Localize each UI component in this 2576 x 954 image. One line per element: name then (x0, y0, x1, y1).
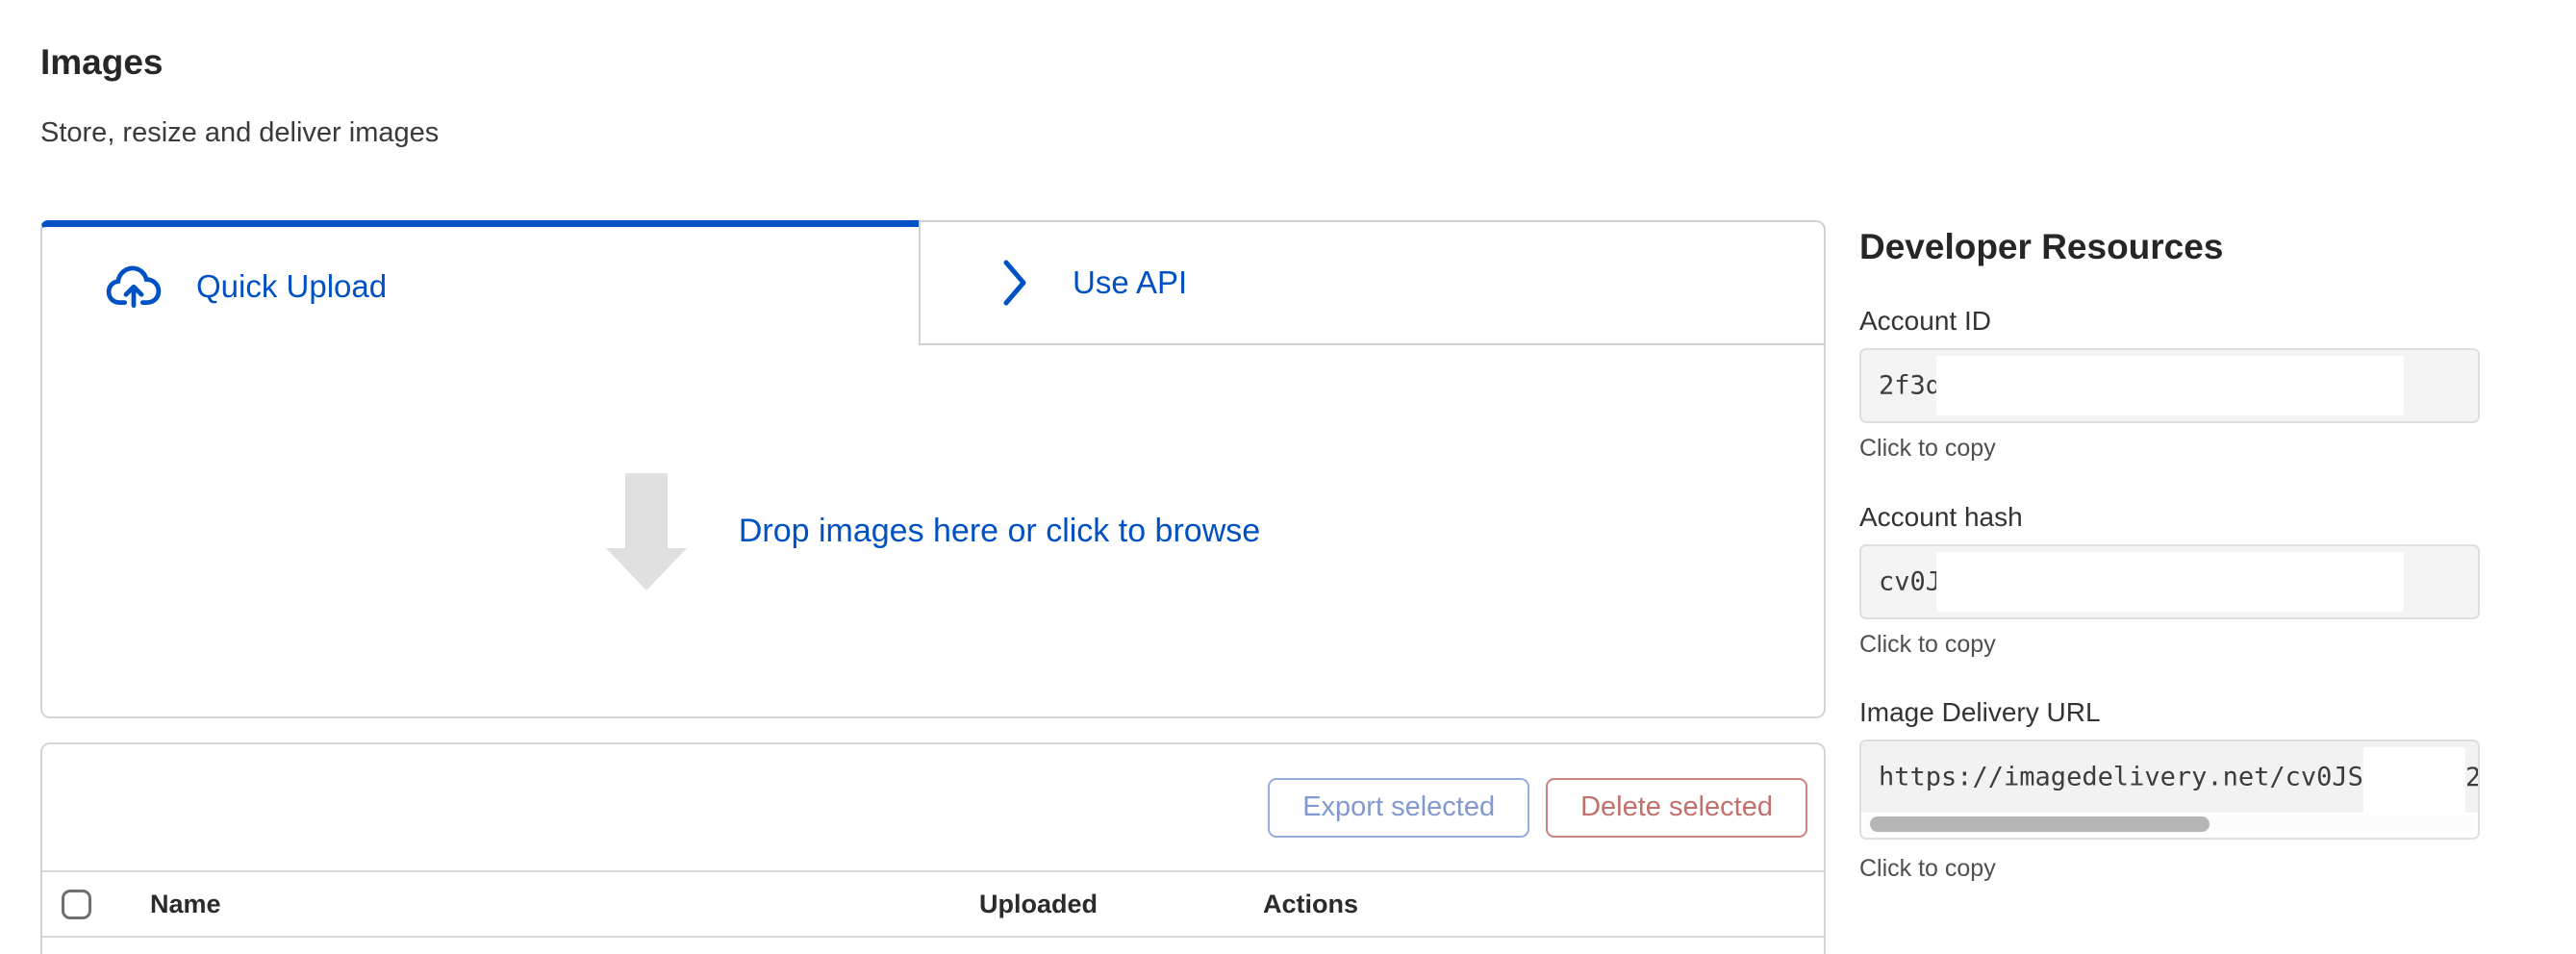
dropzone[interactable]: Drop images here or click to browse (40, 345, 1826, 718)
image-delivery-url-field[interactable]: https://imagedelivery.net/cv0JSj 2 (1859, 740, 2480, 840)
tab-quick-upload-label: Quick Upload (196, 268, 387, 305)
upload-card: Quick Upload Use API Drop images here or… (40, 220, 1826, 718)
account-hash-label: Account hash (1859, 502, 2023, 533)
download-arrow-icon (606, 473, 687, 589)
select-all-checkbox[interactable] (62, 890, 91, 919)
delete-selected-button[interactable]: Delete selected (1546, 778, 1807, 838)
images-page: Images Store, resize and deliver images … (0, 0, 2576, 954)
export-selected-button[interactable]: Export selected (1268, 778, 1529, 838)
account-id-copy-hint: Click to copy (1859, 435, 1996, 463)
image-delivery-url-label: Image Delivery URL (1859, 697, 2101, 728)
column-header-name: Name (112, 890, 979, 919)
page-title: Images (40, 42, 164, 83)
images-table-card: Export selected Delete selected Name Upl… (40, 742, 1826, 954)
account-id-label: Account ID (1859, 306, 1991, 337)
chevron-right-icon (1001, 258, 1028, 308)
tab-use-api-label: Use API (1073, 264, 1187, 301)
image-delivery-url-copy-hint: Click to copy (1859, 855, 1996, 883)
tab-bar: Quick Upload Use API (40, 220, 1826, 345)
account-id-value: 2f3d (1879, 371, 1941, 401)
developer-resources-heading: Developer Resources (1859, 227, 2223, 267)
table-toolbar: Export selected Delete selected (42, 744, 1824, 872)
account-hash-copy-hint: Click to copy (1859, 631, 1996, 659)
url-clipped-fragment: 2 (2465, 763, 2478, 795)
column-header-actions: Actions (1263, 890, 1824, 919)
page-subtitle: Store, resize and deliver images (40, 117, 439, 149)
horizontal-scrollbar-thumb[interactable] (1870, 816, 2210, 832)
redaction-overlay (1936, 552, 2404, 612)
tab-quick-upload[interactable]: Quick Upload (40, 220, 919, 345)
redaction-overlay (1936, 356, 2404, 415)
table-header-row: Name Uploaded Actions (42, 872, 1824, 938)
horizontal-scrollbar (1866, 815, 2473, 834)
account-hash-field[interactable]: cv0J (1859, 544, 2480, 619)
account-id-field[interactable]: 2f3d (1859, 348, 2480, 423)
image-delivery-url-value: https://imagedelivery.net/cv0JSj (1879, 763, 2379, 792)
dropzone-text: Drop images here or click to browse (739, 513, 1260, 550)
column-header-uploaded: Uploaded (979, 890, 1263, 919)
cloud-upload-icon (106, 264, 162, 309)
tab-use-api[interactable]: Use API (919, 220, 1826, 345)
account-hash-value: cv0J (1879, 567, 1941, 597)
